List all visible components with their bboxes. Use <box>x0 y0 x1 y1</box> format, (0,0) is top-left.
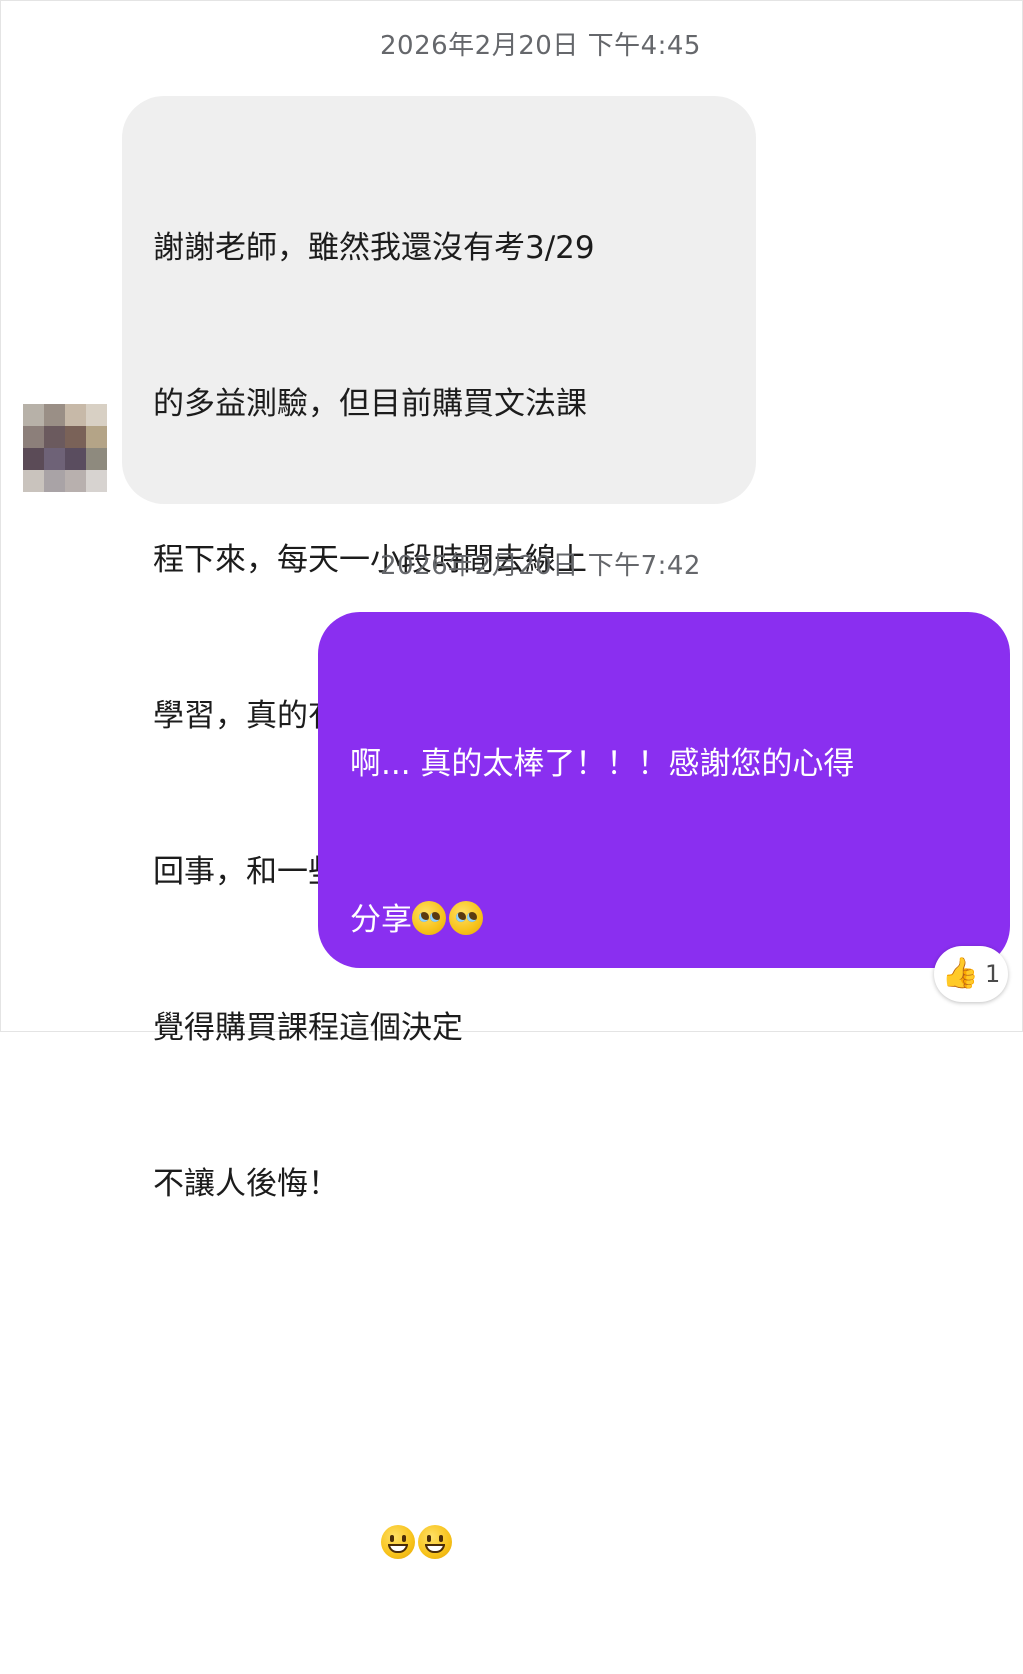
avatar-pixel <box>23 426 44 448</box>
avatar-pixel <box>65 470 86 492</box>
message-timestamp: 2026年2月20日 下午7:42 <box>380 551 701 581</box>
incoming-message-bubble[interactable]: 謝謝老師，雖然我還沒有考3/29 的多益測驗，但目前購買文法課 程下來，每天一小… <box>122 96 756 1202</box>
teary-eyed-face-emoji-icon <box>449 901 483 935</box>
message-line: 一定可以考出比以往更高的分數！加 <box>350 1370 846 1406</box>
message-line-with-emoji: 分享 <box>350 894 994 946</box>
outgoing-message-bubble[interactable]: 啊... 真的太棒了！！！感謝您的心得 分享 您的聽力已經有400，現在對文法也… <box>318 612 1010 1562</box>
grinning-face-emoji-icon <box>381 1525 415 1559</box>
reaction-count: 1 <box>985 960 1001 988</box>
message-text: 油 <box>350 1526 381 1562</box>
avatar-pixel <box>65 404 86 426</box>
avatar-pixel <box>86 470 107 492</box>
avatar-pixel <box>23 448 44 470</box>
avatar-pixel <box>44 426 65 448</box>
avatar-pixel <box>65 448 86 470</box>
avatar-pixel <box>23 470 44 492</box>
message-line-with-emoji: 油 <box>350 1518 994 1570</box>
avatar-pixel <box>23 404 44 426</box>
avatar-pixel <box>44 404 65 426</box>
chat-frame: 2026年2月20日 下午4:45 謝謝老師，雖然我還沒有考3/29 的多益測驗… <box>0 0 1023 1562</box>
avatar-pixel <box>86 404 107 426</box>
message-line: 啊... 真的太棒了！！！感謝您的心得 <box>350 746 855 782</box>
message-line: 謝謝老師，雖然我還沒有考3/29 <box>153 230 595 266</box>
avatar-pixel <box>44 470 65 492</box>
avatar-pixel <box>86 426 107 448</box>
grinning-face-emoji-icon <box>418 1525 452 1559</box>
contact-avatar[interactable] <box>23 404 107 492</box>
message-line: 不讓人後悔！ <box>153 1166 339 1202</box>
message-text: 分享 <box>350 902 412 938</box>
avatar-pixel <box>86 448 107 470</box>
avatar-pixel <box>44 448 65 470</box>
reaction-badge[interactable]: 👍 1 <box>934 946 1008 1002</box>
avatar-pixel <box>65 426 86 448</box>
teary-eyed-face-emoji-icon <box>412 901 446 935</box>
message-timestamp: 2026年2月20日 下午4:45 <box>380 31 701 61</box>
message-line: 的多益測驗，但目前購買文法課 <box>153 386 587 422</box>
thumbs-up-icon: 👍 <box>941 956 980 991</box>
message-line: 您的聽力已經有400，現在對文法也 <box>350 1058 844 1094</box>
message-line: 有一定程度的理解，相信3/29的考試 <box>350 1214 854 1250</box>
